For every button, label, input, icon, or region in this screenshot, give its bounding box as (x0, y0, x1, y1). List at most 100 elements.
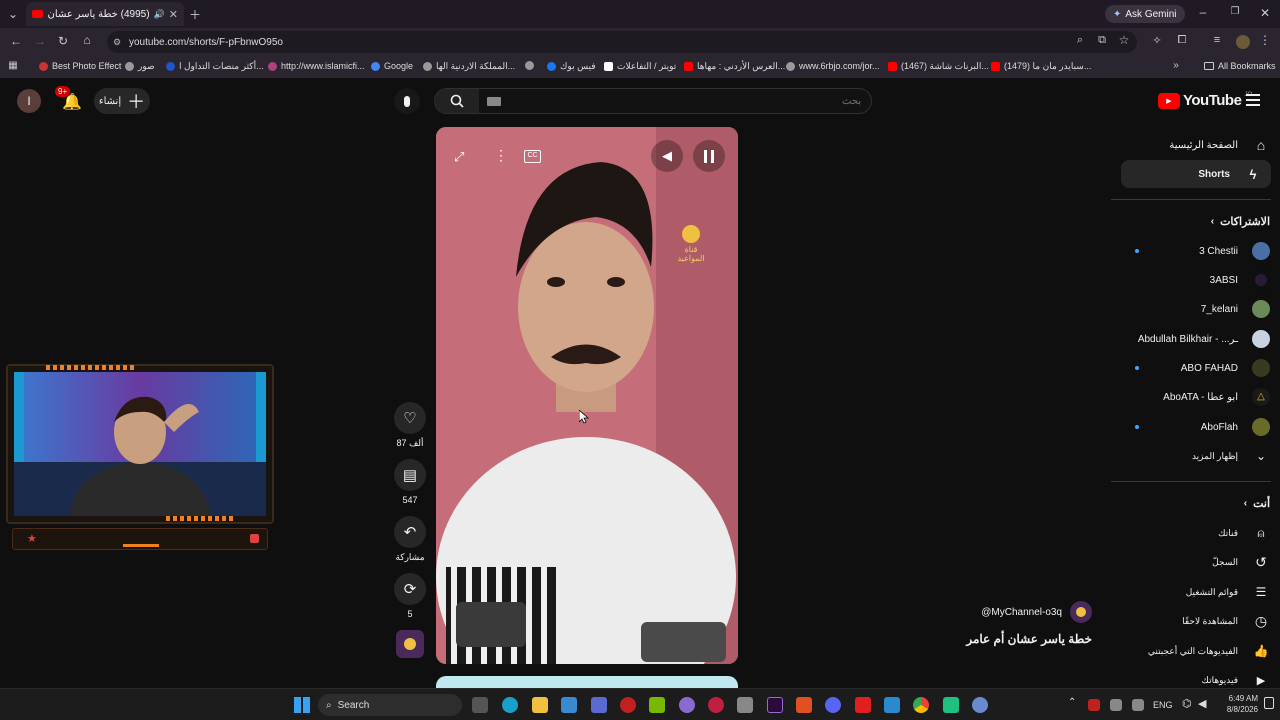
ask-gemini-button[interactable]: ✦ Ask Gemini (1105, 5, 1185, 23)
chrome-icon[interactable] (913, 697, 929, 713)
network-icon[interactable]: ⌬ (1182, 697, 1192, 710)
apps-grid-icon[interactable]: ▦ (7, 60, 19, 71)
nav-playlists[interactable]: قوائم التشغيل ☰ (1120, 578, 1270, 606)
task-view-icon[interactable] (472, 697, 488, 713)
bookmark-item[interactable]: (1479) سبايدر مان ما... (991, 61, 1091, 72)
sidebar-item-channel[interactable]: 7_kelani (1120, 295, 1270, 323)
maximize-icon[interactable]: ❐ (1228, 6, 1242, 17)
taskbar-search[interactable]: ⌕ Search (318, 694, 462, 716)
volume-button[interactable]: ◀ (651, 140, 683, 172)
nav-watch-later[interactable]: المشاهدة لاحقًا ◷ (1120, 607, 1270, 635)
bookmark-item[interactable]: تويتر / التفاعلات (604, 61, 676, 72)
app-icon[interactable] (708, 697, 724, 713)
forward-icon[interactable]: → (33, 34, 47, 48)
sound-thumbnail[interactable] (396, 630, 424, 658)
notification-center-icon[interactable] (1264, 697, 1274, 709)
file-explorer-icon[interactable] (532, 697, 548, 713)
brave-icon[interactable] (796, 697, 812, 713)
bookmark-item[interactable]: أكثر منصات التداول ا... (166, 61, 264, 72)
bookmark-item[interactable]: (1467) البرنات شاشة... (888, 61, 989, 72)
create-button[interactable]: إنشاء ＋ (94, 88, 150, 114)
tray-app-icon[interactable] (1088, 699, 1100, 711)
show-hidden-icons[interactable]: ⌃ (1068, 697, 1076, 708)
start-button[interactable] (294, 697, 310, 713)
share-button[interactable]: ↶ مشاركة (394, 516, 426, 563)
app-icon[interactable] (591, 697, 607, 713)
nav-liked-videos[interactable]: الفيديوهات التي أعجبتني 👍 (1120, 637, 1270, 665)
all-bookmarks-button[interactable]: All Bookmarks (1204, 61, 1276, 71)
extension-icon[interactable]: ✧ (1150, 34, 1164, 47)
address-bar[interactable]: ⚙ youtube.com/shorts/F-pFbnwO95o (107, 31, 1137, 53)
channel-handle[interactable]: @MyChannel-o3q (981, 607, 1062, 618)
comments-button[interactable]: ▤ 547 (394, 459, 426, 505)
wps-icon[interactable] (855, 697, 871, 713)
recorder-icon[interactable] (620, 697, 636, 713)
bookmark-item[interactable]: Google (371, 61, 413, 71)
tray-app-icon[interactable] (1110, 699, 1122, 711)
vscode-icon[interactable] (884, 697, 900, 713)
tray-app-icon[interactable] (1132, 699, 1144, 711)
home-icon[interactable]: ⌂ (80, 33, 94, 47)
edge-icon[interactable] (502, 697, 518, 713)
search-button[interactable] (435, 89, 479, 113)
pause-button[interactable] (693, 140, 725, 172)
guide-menu-button[interactable] (1246, 94, 1260, 106)
remix-button[interactable]: ⟳ 5 (394, 573, 426, 619)
store-icon[interactable] (561, 697, 577, 713)
browser-tab[interactable]: (4995) خطة ياسر عشان أم عا... 🔊 ✕ (26, 2, 184, 26)
app-icon[interactable] (943, 697, 959, 713)
discord-icon[interactable] (825, 697, 841, 713)
bookmark-item[interactable]: http://www.islamicfi... (268, 61, 365, 71)
premiere-icon[interactable] (767, 697, 783, 713)
sidebar-item-channel[interactable]: ABO FAHAD (1120, 354, 1270, 382)
profile-avatar[interactable] (1236, 35, 1250, 49)
install-app-icon[interactable]: ⧉ (1095, 34, 1109, 47)
bookmark-item[interactable]: العرس الأردني : مهاها... (684, 61, 785, 72)
zoom-icon[interactable]: ⌕ (1073, 34, 1087, 47)
site-info-icon[interactable]: ⚙ (113, 37, 121, 48)
youtube-logo[interactable]: ▶ YouTube JO (1158, 92, 1252, 109)
nav-shorts[interactable]: Shorts ϟ (1121, 160, 1271, 188)
more-options-button[interactable]: ⋮ (494, 147, 508, 164)
language-indicator[interactable]: ENG (1153, 700, 1173, 710)
close-window-icon[interactable]: ✕ (1258, 6, 1272, 20)
bookmark-item[interactable] (525, 61, 534, 70)
sidebar-item-channel[interactable]: AboFlah (1120, 413, 1270, 441)
nav-history[interactable]: السجلّ ↺ (1120, 548, 1270, 576)
bookmark-item[interactable]: فيس بوك (547, 61, 596, 72)
next-short-preview[interactable] (436, 676, 738, 688)
speaker-icon[interactable]: 🔊 (154, 9, 165, 20)
back-icon[interactable]: ← (9, 34, 23, 48)
browser-menu-icon[interactable]: ⋮ (1259, 33, 1271, 47)
nav-your-channel[interactable]: قناتك ⍝ (1120, 519, 1270, 547)
sidebar-item-channel[interactable]: AboATA - ابو عطا △ (1120, 383, 1270, 411)
account-avatar[interactable]: I (17, 89, 41, 113)
sidebar-item-channel[interactable]: 3ABSI (1120, 266, 1270, 294)
nav-you[interactable]: ‹ أنت (1120, 489, 1270, 517)
short-video-player[interactable]: قناة المواعيد ⤢ ⋮ CC ◀ (436, 127, 738, 664)
close-tab-icon[interactable]: ✕ (169, 8, 178, 21)
sidebar-item-channel[interactable]: Abdullah Bilkhair - ...ـر (1120, 325, 1270, 353)
tab-list-icon[interactable]: ⌄ (6, 7, 20, 21)
fullscreen-button[interactable]: ⤢ (454, 149, 464, 165)
bookmark-item[interactable]: صور (125, 61, 155, 72)
short-title[interactable]: خطة ياسر عشان أم عامر (930, 632, 1092, 646)
sidebar-item-channel[interactable]: 3 Chestii (1120, 237, 1270, 265)
bookmark-item[interactable]: المملكة الاردنية الها... (423, 61, 515, 72)
nvidia-icon[interactable] (649, 697, 665, 713)
voice-search-button[interactable] (394, 88, 420, 114)
reload-icon[interactable]: ↻ (56, 34, 70, 48)
settings-icon[interactable] (972, 697, 988, 713)
extensions-puzzle-icon[interactable]: ⧠ (1175, 34, 1189, 47)
volume-icon[interactable]: ◀ (1198, 697, 1206, 710)
notifications-button[interactable]: 🔔 9+ (55, 86, 82, 113)
minimize-icon[interactable]: – (1196, 5, 1210, 19)
channel-avatar[interactable] (1070, 601, 1092, 623)
captions-button[interactable]: CC (524, 150, 541, 163)
search-input[interactable] (561, 92, 861, 110)
bookmark-item[interactable]: Best Photo Effect (39, 61, 121, 71)
show-more-button[interactable]: إظهار المزيد ⌄ (1120, 442, 1270, 470)
app-icon[interactable] (737, 697, 753, 713)
copilot-icon[interactable] (679, 697, 695, 713)
media-control-icon[interactable]: ≡ (1210, 34, 1224, 46)
